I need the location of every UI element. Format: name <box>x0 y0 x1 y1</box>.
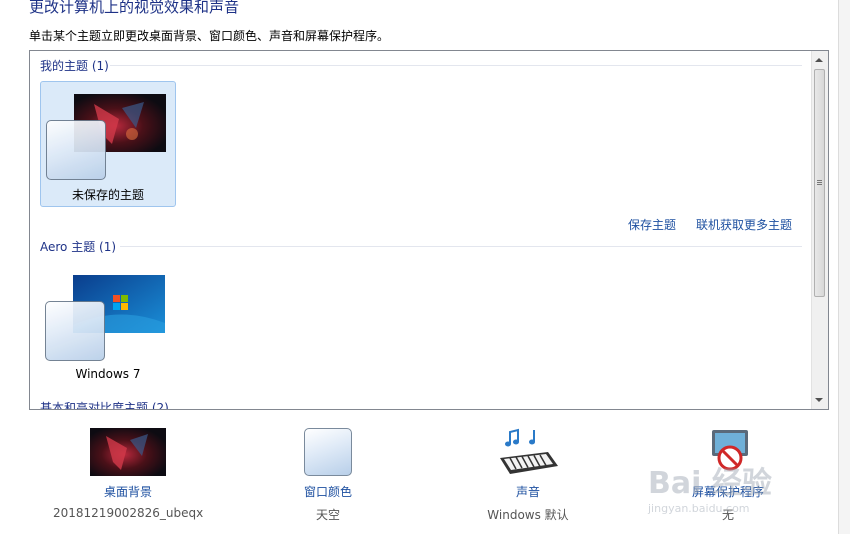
grip-line <box>817 184 822 185</box>
vertical-scrollbar[interactable] <box>811 51 828 409</box>
group-divider <box>110 65 802 66</box>
window-color-link[interactable]: 窗口颜色 <box>253 483 403 500</box>
theme-list-panel[interactable]: 我的主题 (1) 未保存的主题 保存主题 联机获取更多主题 Aero 主题 (1… <box>29 50 829 410</box>
screensaver-none-icon <box>690 428 766 476</box>
theme-tile-label: 未保存的主题 <box>71 188 144 202</box>
save-theme-link[interactable]: 保存主题 <box>628 216 676 233</box>
group-header-basic-themes: 基本和高对比度主题 (2) <box>40 401 169 410</box>
sounds-item[interactable]: 声音 Windows 默认 <box>453 428 603 523</box>
grip-line <box>817 180 822 181</box>
scrollbar-thumb[interactable] <box>814 69 825 297</box>
screensaver-link[interactable]: 屏幕保护程序 <box>653 483 803 500</box>
window-color-value: 天空 <box>315 508 340 522</box>
window-color-icon <box>290 428 366 476</box>
desktop-background-value: 20181219002826_ubeqx <box>53 506 204 520</box>
window-color-item[interactable]: 窗口颜色 天空 <box>253 428 403 523</box>
page-subtitle: 单击某个主题立即更改桌面背景、窗口颜色、声音和屏幕保护程序。 <box>29 29 390 43</box>
theme-tile-label: Windows 7 <box>75 367 141 381</box>
group-header-my-themes: 我的主题 (1) <box>40 59 109 73</box>
group-header-aero-themes: Aero 主题 (1) <box>40 240 117 254</box>
sounds-value: Windows 默认 <box>487 508 569 522</box>
scroll-up-arrow-icon[interactable] <box>815 58 823 62</box>
window-color-preview <box>45 301 105 361</box>
window-right-edge <box>838 0 850 534</box>
scroll-down-arrow-icon[interactable] <box>815 398 823 402</box>
desktop-background-item[interactable]: 桌面背景 20181219002826_ubeqx <box>53 428 203 520</box>
screensaver-value: 无 <box>721 508 734 522</box>
get-more-themes-link[interactable]: 联机获取更多主题 <box>696 216 792 233</box>
desktop-background-icon <box>90 428 166 476</box>
window-color-preview <box>46 120 106 180</box>
theme-tile-unsaved[interactable]: 未保存的主题 <box>40 81 176 207</box>
sounds-keyboard-icon <box>490 428 566 476</box>
group-divider <box>120 246 802 247</box>
page-title: 更改计算机上的视觉效果和声音 <box>29 0 240 16</box>
desktop-background-link[interactable]: 桌面背景 <box>53 483 203 500</box>
grip-line <box>817 182 822 183</box>
theme-tile-windows7[interactable]: Windows 7 <box>40 263 176 389</box>
sounds-link[interactable]: 声音 <box>453 483 603 500</box>
screensaver-item[interactable]: 屏幕保护程序 无 <box>653 428 803 523</box>
